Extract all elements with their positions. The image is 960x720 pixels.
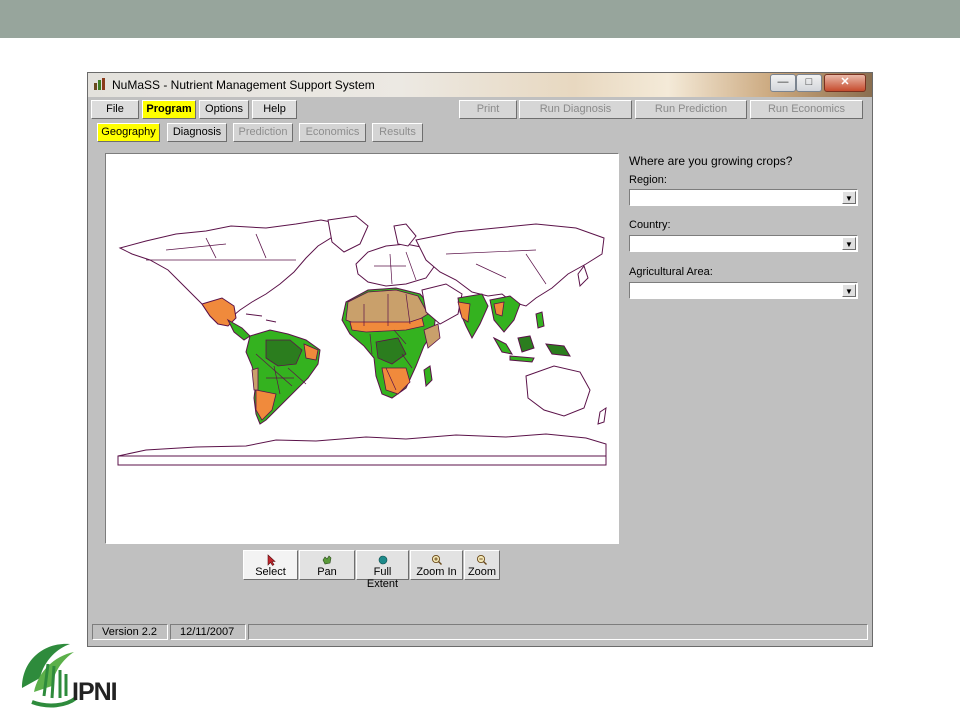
- java-shape: [509, 355, 535, 363]
- agricultural-area-label: Agricultural Area:: [629, 266, 713, 278]
- world-map-panel[interactable]: [105, 153, 619, 544]
- hand-pan-icon: [322, 555, 332, 565]
- borneo-shape: [517, 335, 535, 353]
- southern-africa-orange: [381, 367, 411, 395]
- zoom-in-icon: [431, 554, 442, 565]
- antarctica-shape: [117, 433, 607, 457]
- zoom-in-button[interactable]: Zoom In: [410, 550, 463, 580]
- zoom-out-label: Zoom: [467, 566, 497, 578]
- run-prediction-button[interactable]: Run Prediction: [635, 100, 747, 119]
- scandinavia-shape: [393, 223, 417, 247]
- window-title: NuMaSS - Nutrient Management Support Sys…: [112, 78, 375, 92]
- tab-results[interactable]: Results: [372, 123, 423, 142]
- slide-header-band: [0, 0, 960, 38]
- logo-text: IPNI: [72, 678, 118, 706]
- region-label: Region:: [629, 174, 667, 186]
- chevron-down-icon[interactable]: ▼: [842, 284, 856, 297]
- agricultural-area-select[interactable]: ▼: [629, 282, 858, 299]
- pan-tool-button[interactable]: Pan: [299, 550, 355, 580]
- minimize-button[interactable]: —: [770, 74, 796, 92]
- japan-shape: [577, 264, 589, 288]
- menu-program[interactable]: Program: [142, 100, 196, 119]
- date-text: 12/11/2007: [170, 624, 246, 640]
- tab-prediction[interactable]: Prediction: [233, 123, 293, 142]
- greenland-shape: [327, 215, 369, 253]
- full-extent-button[interactable]: Full Extent: [356, 550, 409, 590]
- zoom-in-label: Zoom In: [416, 566, 457, 578]
- select-tool-label: Select: [255, 566, 286, 578]
- menu-file[interactable]: File: [91, 100, 139, 119]
- australia-shape: [525, 365, 591, 417]
- maximize-button[interactable]: □: [796, 74, 822, 92]
- tab-diagnosis[interactable]: Diagnosis: [167, 123, 227, 142]
- new-zealand-shape: [597, 406, 607, 425]
- numass-window: NuMaSS - Nutrient Management Support Sys…: [87, 72, 873, 647]
- run-economics-button[interactable]: Run Economics: [750, 100, 863, 119]
- south-america-orange-south: [255, 389, 277, 421]
- globe-icon: [378, 555, 387, 565]
- pan-tool-label: Pan: [317, 566, 337, 578]
- chevron-down-icon[interactable]: ▼: [842, 191, 856, 204]
- world-map[interactable]: [106, 154, 618, 543]
- app-icon: [94, 78, 105, 90]
- print-button[interactable]: Print: [459, 100, 517, 119]
- southeast-asia-shape: [489, 295, 521, 333]
- sumatra-shape: [492, 336, 514, 355]
- tab-geography[interactable]: Geography: [97, 123, 160, 142]
- menu-options[interactable]: Options: [199, 100, 249, 119]
- central-america-shape: [226, 318, 251, 341]
- zoom-out-icon: [476, 554, 487, 565]
- full-extent-label: Full Extent: [366, 566, 399, 590]
- location-question: Where are you growing crops?: [629, 154, 793, 168]
- zoom-out-button[interactable]: Zoom: [464, 550, 500, 580]
- run-diagnosis-button[interactable]: Run Diagnosis: [519, 100, 632, 119]
- status-message: [248, 624, 868, 640]
- philippines-shape: [535, 311, 545, 329]
- new-guinea-shape: [545, 343, 571, 357]
- country-select[interactable]: ▼: [629, 235, 858, 252]
- cursor-arrow-icon: [267, 554, 276, 566]
- close-button[interactable]: ✕: [824, 74, 866, 92]
- madagascar-shape: [423, 365, 433, 388]
- region-select[interactable]: ▼: [629, 189, 858, 206]
- map-frame: [117, 455, 607, 466]
- country-label: Country:: [629, 219, 671, 231]
- title-bar[interactable]: NuMaSS - Nutrient Management Support Sys…: [88, 73, 872, 97]
- caribbean-islands: [245, 313, 277, 323]
- south-america-tan-chile: [251, 367, 259, 391]
- chevron-down-icon[interactable]: ▼: [842, 237, 856, 250]
- status-bar: Version 2.2 12/11/2007: [92, 624, 868, 642]
- select-tool-button[interactable]: Select: [243, 550, 298, 580]
- menu-help[interactable]: Help: [252, 100, 297, 119]
- tab-economics[interactable]: Economics: [299, 123, 366, 142]
